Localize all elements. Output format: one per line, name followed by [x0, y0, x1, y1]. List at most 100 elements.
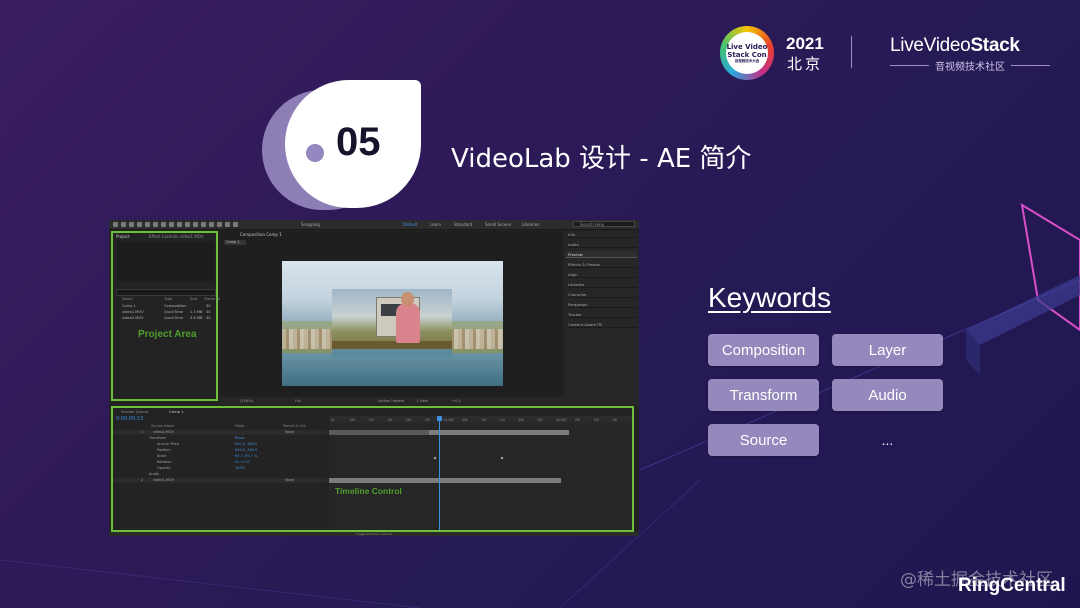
rotate-tool-icon[interactable] [145, 222, 150, 227]
keyframe-marker[interactable] [500, 456, 504, 460]
project-header-row: Name Type Size Frame Ra [118, 297, 221, 302]
puppet-tool-icon[interactable] [225, 222, 230, 227]
status-bar[interactable]: Toggle Switches / Modes [109, 532, 639, 536]
item-rate: 30 [206, 316, 211, 320]
panel-preview[interactable]: Preview [566, 251, 637, 258]
project-item[interactable]: video2.MOV QuickTime 3.6 MB 30 [118, 316, 214, 321]
property-value[interactable]: 640.0, 360.0 [235, 448, 257, 452]
panel-character[interactable]: Character [566, 291, 637, 298]
playhead[interactable] [439, 416, 440, 530]
col-mode[interactable]: Mode [235, 424, 245, 428]
property-value[interactable]: 65.7, 65.7 % [235, 454, 257, 458]
workspace-small-screen[interactable]: Small Screen [485, 222, 511, 227]
tab-comp-1-timeline[interactable]: Comp 1 [169, 409, 184, 414]
camera-select[interactable]: Active Camera [378, 399, 404, 403]
timeline-panel: Render Queue Comp 1 0;00;00;13 Source Na… [111, 406, 634, 532]
video-layer-preview[interactable] [332, 289, 452, 358]
time-ruler[interactable]: 0f 05f 10f 15f 20f 25f 01:00f 05f 10f 15f 20f 25f 02… [329, 416, 632, 423]
roto-brush-icon[interactable] [217, 222, 222, 227]
timeline-property-row[interactable]: Opacity 100% [113, 466, 327, 471]
item-type: QuickTime [164, 316, 183, 320]
timeline-graph[interactable]: 0f 05f 10f 15f 20f 25f 01:00f 05f 10f 15f 20f 25f 02… [329, 416, 632, 530]
conference-city: 北京 [787, 55, 824, 73]
property-name: Audio [149, 472, 159, 476]
layer-duration-bar[interactable] [429, 430, 569, 435]
timeline-layer-row[interactable]: 2 video1.MOV None [113, 478, 327, 483]
col-frame-rate[interactable]: Frame Ra [204, 297, 221, 301]
project-item[interactable]: Comp 1 Composition 30 [118, 304, 214, 309]
workspace-default[interactable]: Default [403, 222, 418, 227]
layer-parent[interactable]: None [285, 430, 294, 434]
tab-composition[interactable]: Composition Comp 1 [240, 232, 282, 237]
mask-tool-icon[interactable] [169, 222, 174, 227]
snapping-checkbox[interactable]: Snapping [301, 222, 320, 227]
resolution-select[interactable]: Full [295, 399, 301, 403]
property-value[interactable]: Reset [235, 436, 245, 440]
col-parent-link[interactable]: Parent & Link [283, 424, 306, 428]
project-panel: Project Effect Controls video1.MOV Name … [111, 231, 221, 401]
zoom-select[interactable]: (100%) [240, 399, 253, 403]
ruler-tick-label: 05f [574, 418, 580, 422]
tab-project[interactable]: Project [116, 234, 130, 239]
view-layout-select[interactable]: 1 View [416, 399, 428, 403]
item-name: video1.MOV [122, 310, 144, 314]
panel-align[interactable]: Align [566, 271, 637, 278]
selection-tool-icon[interactable] [121, 222, 126, 227]
clone-tool-icon[interactable] [201, 222, 206, 227]
panel-paragraph[interactable]: Paragraph [566, 301, 637, 308]
ruler-tick-label: 01:00f [443, 418, 454, 422]
timecode-display[interactable]: 0;00;00;13 [116, 416, 143, 422]
col-source-name[interactable]: Source Name [151, 424, 174, 428]
tab-effect-controls[interactable]: Effect Controls video1.MOV [149, 234, 204, 239]
comp-subtab[interactable]: Comp 1 [224, 240, 246, 245]
hand-tool-icon[interactable] [129, 222, 134, 227]
property-value[interactable]: 640.0, 360.0 [235, 442, 257, 446]
panel-libraries[interactable]: Libraries [566, 281, 637, 288]
panel-tracker[interactable]: Tracker [566, 311, 637, 318]
zoom-tool-icon[interactable] [137, 222, 142, 227]
panel-content-aware-fill[interactable]: Content-Aware Fill [566, 321, 637, 328]
pin-tool-icon[interactable] [233, 222, 238, 227]
timeline-layer-row[interactable]: 1 video2.MOV None [113, 430, 327, 435]
layer-duration-bar[interactable] [329, 478, 561, 483]
col-type[interactable]: Type [164, 297, 172, 301]
workspace-libraries[interactable]: Libraries [522, 222, 539, 227]
timeline-property-row[interactable]: Anchor Point 640.0, 360.0 [113, 442, 327, 447]
brand-subtitle-text: 音视频技术社区 [935, 62, 1005, 73]
layer-parent[interactable]: None [285, 478, 294, 482]
keyframe-marker[interactable] [433, 456, 437, 460]
workspace-standard[interactable]: Standard [454, 222, 472, 227]
brush-tool-icon[interactable] [193, 222, 198, 227]
col-name[interactable]: Name [122, 297, 133, 301]
keyword-source: Source [708, 424, 819, 456]
property-value[interactable]: 100% [235, 466, 245, 470]
home-icon[interactable] [113, 222, 118, 227]
timeline-property-row[interactable]: Scale 65.7, 65.7 % [113, 454, 327, 459]
project-search-input[interactable] [116, 289, 216, 296]
workspace-learn[interactable]: Learn [430, 222, 441, 227]
panel-effects-presets[interactable]: Effects & Presets [566, 261, 637, 268]
property-name: Anchor Point [157, 442, 180, 446]
camera-tool-icon[interactable] [153, 222, 158, 227]
timeline-property-row[interactable]: Audio [113, 472, 327, 477]
timeline-property-row[interactable]: Transform Reset [113, 436, 327, 441]
neon-bar-decoration [966, 275, 1080, 345]
ae-toolbar: Snapping Default Learn Standard Small Sc… [109, 220, 639, 230]
timeline-property-row[interactable]: Rotation 0x +0.0° [113, 460, 327, 465]
col-size[interactable]: Size [190, 297, 197, 301]
pan-behind-tool-icon[interactable] [161, 222, 166, 227]
eraser-tool-icon[interactable] [209, 222, 214, 227]
playhead-handle[interactable] [437, 416, 442, 421]
panel-audio[interactable]: Audio [566, 241, 637, 248]
project-item[interactable]: video1.MOV QuickTime 1.3 MB 30 [118, 310, 214, 315]
pen-tool-icon[interactable] [177, 222, 182, 227]
type-tool-icon[interactable] [185, 222, 190, 227]
exposure-value[interactable]: +0.0 [452, 399, 461, 403]
conference-year: 2021 [786, 34, 824, 53]
timeline-property-row[interactable]: Position 640.0, 360.0 [113, 448, 327, 453]
layer-index: 1 [141, 430, 144, 434]
panel-info[interactable]: Info [566, 231, 637, 238]
tab-render-queue[interactable]: Render Queue [121, 409, 148, 414]
property-value[interactable]: 0x +0.0° [235, 460, 251, 464]
search-help-input[interactable]: Search Help [573, 221, 635, 227]
